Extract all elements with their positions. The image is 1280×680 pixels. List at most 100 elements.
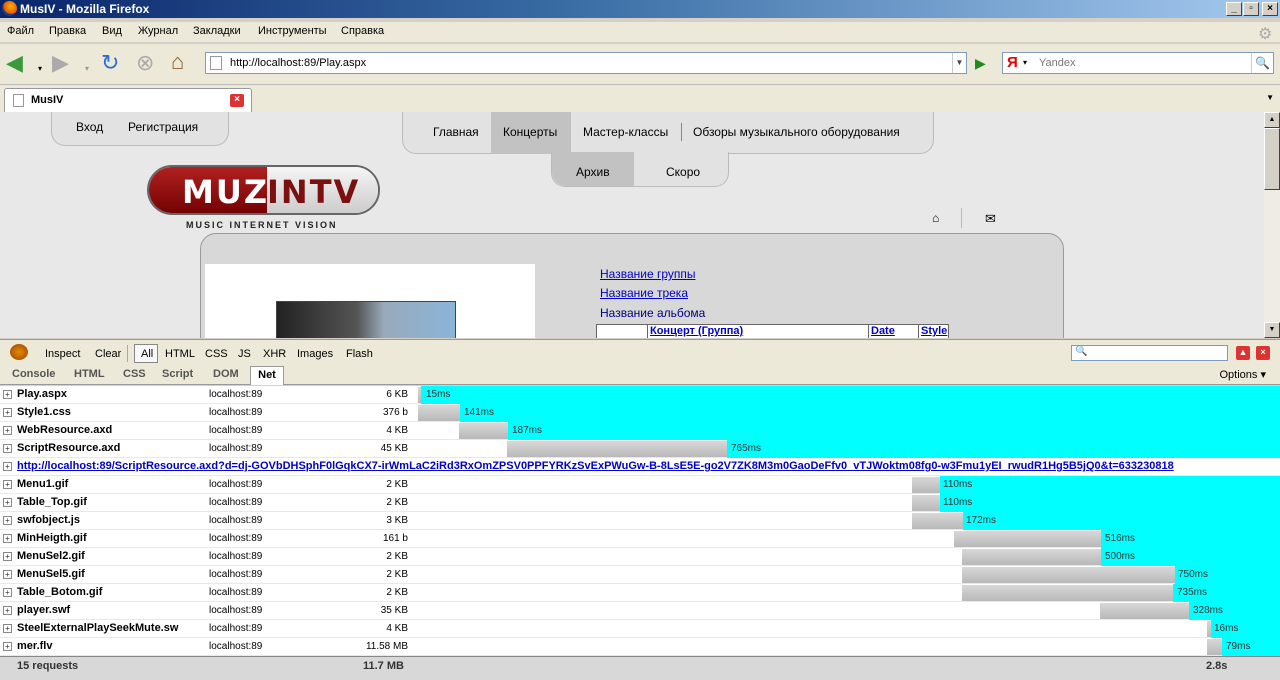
forward-history-icon[interactable]: ▾ — [85, 58, 89, 80]
request-name[interactable]: WebResource.axd — [17, 424, 112, 436]
group-name-link[interactable]: Название группы — [600, 267, 696, 281]
table-header-date[interactable]: Date — [868, 324, 919, 338]
close-button[interactable]: × — [1262, 2, 1278, 16]
expand-icon[interactable]: + — [3, 642, 12, 651]
request-name[interactable]: player.swf — [17, 604, 70, 616]
tab-console[interactable]: Console — [12, 368, 55, 380]
reload-icon[interactable]: ↻ — [101, 52, 119, 74]
request-name[interactable]: MenuSel2.gif — [17, 550, 85, 562]
nav-concerts[interactable]: Концерты — [503, 125, 557, 139]
filter-js[interactable]: JS — [238, 348, 251, 360]
net-request-row[interactable]: + Table_Botom.gif localhost:89 2 KB 735ms — [0, 584, 1280, 602]
menu-edit[interactable]: Правка — [49, 25, 86, 37]
net-request-row[interactable]: + mer.flv localhost:89 11.58 MB 79ms — [0, 638, 1280, 656]
stop-icon[interactable]: ⊗ — [136, 52, 154, 74]
address-bar[interactable]: http://localhost:89/Play.aspx ▼ — [205, 52, 967, 74]
filter-html[interactable]: HTML — [165, 348, 195, 360]
menu-tools[interactable]: Инструменты — [258, 25, 327, 37]
tab-dom[interactable]: DOM — [213, 368, 239, 380]
mail-icon[interactable]: ✉ — [985, 211, 996, 227]
net-request-row[interactable]: + Play.aspx localhost:89 6 KB 15ms — [0, 386, 1280, 404]
inspect-button[interactable]: Inspect — [45, 348, 80, 360]
nav-reviews[interactable]: Обзоры музыкального оборудования — [693, 125, 900, 139]
filter-images[interactable]: Images — [297, 348, 333, 360]
menu-file[interactable]: Файл — [7, 25, 34, 37]
firebug-icon[interactable] — [10, 344, 28, 360]
expand-icon[interactable]: + — [3, 390, 12, 399]
menu-help[interactable]: Справка — [341, 25, 384, 37]
firebug-search[interactable]: 🔍 — [1071, 345, 1228, 361]
request-name[interactable]: MenuSel5.gif — [17, 568, 85, 580]
expand-icon[interactable]: + — [3, 534, 12, 543]
request-name[interactable]: mer.flv — [17, 640, 52, 652]
minimize-button[interactable]: _ — [1226, 2, 1242, 16]
site-logo[interactable]: MUZ INTV — [147, 165, 380, 215]
request-name[interactable]: ScriptResource.axd — [17, 442, 120, 454]
close-tab-icon[interactable]: × — [230, 94, 244, 107]
tab-html[interactable]: HTML — [74, 368, 105, 380]
login-link[interactable]: Вход — [76, 120, 103, 134]
net-request-row[interactable]: + Table_Top.gif localhost:89 2 KB 110ms — [0, 494, 1280, 512]
address-dropdown-icon[interactable]: ▼ — [952, 53, 966, 73]
request-name[interactable]: Menu1.gif — [17, 478, 68, 490]
yandex-icon[interactable]: Я — [1007, 54, 1018, 71]
back-history-icon[interactable]: ▾ — [38, 58, 42, 80]
request-url-link[interactable]: http://localhost:89/ScriptResource.axd?d… — [17, 460, 1174, 472]
table-header-style[interactable]: Style — [918, 324, 949, 338]
tab-musiv[interactable]: MusIV × — [4, 88, 252, 112]
net-request-row[interactable]: + Style1.css localhost:89 376 b 141ms — [0, 404, 1280, 422]
net-request-row[interactable]: + player.swf localhost:89 35 KB 328ms — [0, 602, 1280, 620]
scroll-down-icon[interactable]: ▼ — [1264, 322, 1280, 338]
request-name[interactable]: SteelExternalPlaySeekMute.sw — [17, 622, 178, 634]
tab-list-icon[interactable]: ▼ — [1266, 93, 1274, 102]
expand-icon[interactable]: + — [3, 516, 12, 525]
request-name[interactable]: Table_Botom.gif — [17, 586, 102, 598]
tab-net[interactable]: Net — [250, 366, 284, 385]
net-request-row[interactable]: + SteelExternalPlaySeekMute.sw localhost:8… — [0, 620, 1280, 638]
filter-flash[interactable]: Flash — [346, 348, 373, 360]
net-request-row[interactable]: + Menu1.gif localhost:89 2 KB 110ms — [0, 476, 1280, 494]
expand-icon[interactable]: + — [3, 588, 12, 597]
video-player[interactable] — [276, 301, 456, 338]
maximize-button[interactable]: ▫ — [1243, 2, 1259, 16]
menu-bookmarks[interactable]: Закладки — [193, 25, 241, 37]
expand-icon[interactable]: + — [3, 444, 12, 453]
net-request-row[interactable]: + MinHeigth.gif localhost:89 161 b 516ms — [0, 530, 1280, 548]
address-url[interactable]: http://localhost:89/Play.aspx — [230, 53, 366, 73]
home-icon[interactable]: ⌂ — [171, 51, 184, 73]
request-name[interactable]: MinHeigth.gif — [17, 532, 87, 544]
net-request-row[interactable]: + MenuSel2.gif localhost:89 2 KB 500ms — [0, 548, 1280, 566]
expand-icon[interactable]: + — [3, 462, 12, 471]
search-bar[interactable]: Я ▾ Yandex 🔍 — [1002, 52, 1274, 74]
options-menu[interactable]: Options ▾ — [1220, 368, 1267, 381]
home-icon[interactable]: ⌂ — [932, 211, 939, 225]
expand-icon[interactable]: + — [3, 570, 12, 579]
scroll-up-icon[interactable]: ▲ — [1264, 112, 1280, 128]
expand-icon[interactable]: + — [3, 552, 12, 561]
expand-icon[interactable]: + — [3, 624, 12, 633]
request-name[interactable]: Style1.css — [17, 406, 71, 418]
menu-view[interactable]: Вид — [102, 25, 122, 37]
track-name-link[interactable]: Название трека — [600, 286, 688, 300]
firebug-collapse-icon[interactable]: ▲ — [1236, 346, 1250, 360]
request-name[interactable]: Play.aspx — [17, 388, 67, 400]
register-link[interactable]: Регистрация — [128, 120, 198, 134]
expand-icon[interactable]: + — [3, 480, 12, 489]
filter-css[interactable]: CSS — [205, 348, 228, 360]
filter-xhr[interactable]: XHR — [263, 348, 286, 360]
filter-all[interactable]: All — [141, 348, 153, 360]
clear-button[interactable]: Clear — [95, 348, 121, 360]
expand-icon[interactable]: + — [3, 408, 12, 417]
subnav-archive[interactable]: Архив — [576, 165, 610, 179]
page-scrollbar[interactable]: ▲ ▼ — [1264, 112, 1280, 338]
expand-icon[interactable]: + — [3, 498, 12, 507]
net-request-row[interactable]: + WebResource.axd localhost:89 4 KB 187ms — [0, 422, 1280, 440]
tab-script[interactable]: Script — [162, 368, 193, 380]
search-icon[interactable]: 🔍 — [1251, 53, 1273, 73]
search-input[interactable]: Yandex — [1039, 57, 1076, 69]
forward-icon[interactable]: ▶ — [52, 52, 69, 74]
scroll-thumb[interactable] — [1264, 128, 1280, 190]
net-request-row[interactable]: + swfobject.js localhost:89 3 KB 172ms — [0, 512, 1280, 530]
search-engine-dropdown-icon[interactable]: ▾ — [1023, 58, 1027, 67]
subnav-soon[interactable]: Скоро — [666, 165, 700, 179]
